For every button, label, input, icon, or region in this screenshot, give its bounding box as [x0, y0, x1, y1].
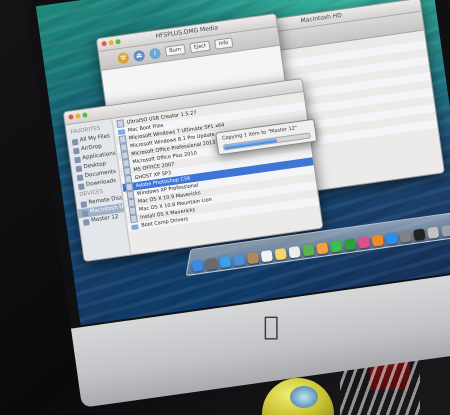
burn-icon[interactable]: ☢: [117, 51, 130, 64]
disk-utility-icon[interactable]: [427, 226, 440, 239]
eject-button[interactable]: Eject: [189, 40, 211, 54]
zoom-icon[interactable]: [82, 112, 88, 118]
ibooks-icon[interactable]: [371, 234, 384, 247]
close-icon[interactable]: [68, 114, 74, 120]
eject-icon[interactable]: ⏏: [132, 49, 146, 62]
facetime-icon[interactable]: [343, 238, 357, 251]
mail-icon[interactable]: [232, 253, 246, 267]
maps-icon[interactable]: [302, 244, 315, 257]
photo-scene: Macintosh HD HFSPLUS.DMG Media ☢ ⏏ i Bur…: [0, 0, 450, 415]
imac-screen: Macintosh HD HFSPLUS.DMG Media ☢ ⏏ i Bur…: [35, 0, 450, 326]
mouse-window: [290, 386, 318, 408]
photos-icon[interactable]: [316, 242, 329, 255]
reminders-icon[interactable]: [288, 246, 301, 259]
contacts-icon[interactable]: [246, 251, 260, 265]
apple-logo: : [258, 312, 284, 342]
terminal-icon[interactable]: [413, 228, 426, 241]
notes-icon[interactable]: [274, 247, 287, 261]
finder-icon[interactable]: [191, 259, 204, 273]
calendar-icon[interactable]: [260, 249, 274, 263]
preferences-icon[interactable]: [399, 230, 412, 243]
info-button[interactable]: Info: [214, 37, 233, 50]
file-list: UltraISO USB Creator 1.5.27 Mac Boot Fil…: [113, 94, 320, 232]
burn-button[interactable]: Burn: [164, 44, 186, 57]
trash-icon[interactable]: [440, 224, 450, 237]
imac: Macintosh HD HFSPLUS.DMG Media ☢ ⏏ i Bur…: [22, 0, 450, 408]
itunes-icon[interactable]: [357, 236, 371, 249]
info-icon[interactable]: i: [148, 46, 162, 60]
messages-icon[interactable]: [329, 240, 343, 253]
safari-icon[interactable]: [219, 255, 232, 269]
launchpad-icon[interactable]: [205, 257, 218, 271]
minimize-icon[interactable]: [75, 113, 81, 119]
app-store-icon[interactable]: [385, 232, 398, 245]
